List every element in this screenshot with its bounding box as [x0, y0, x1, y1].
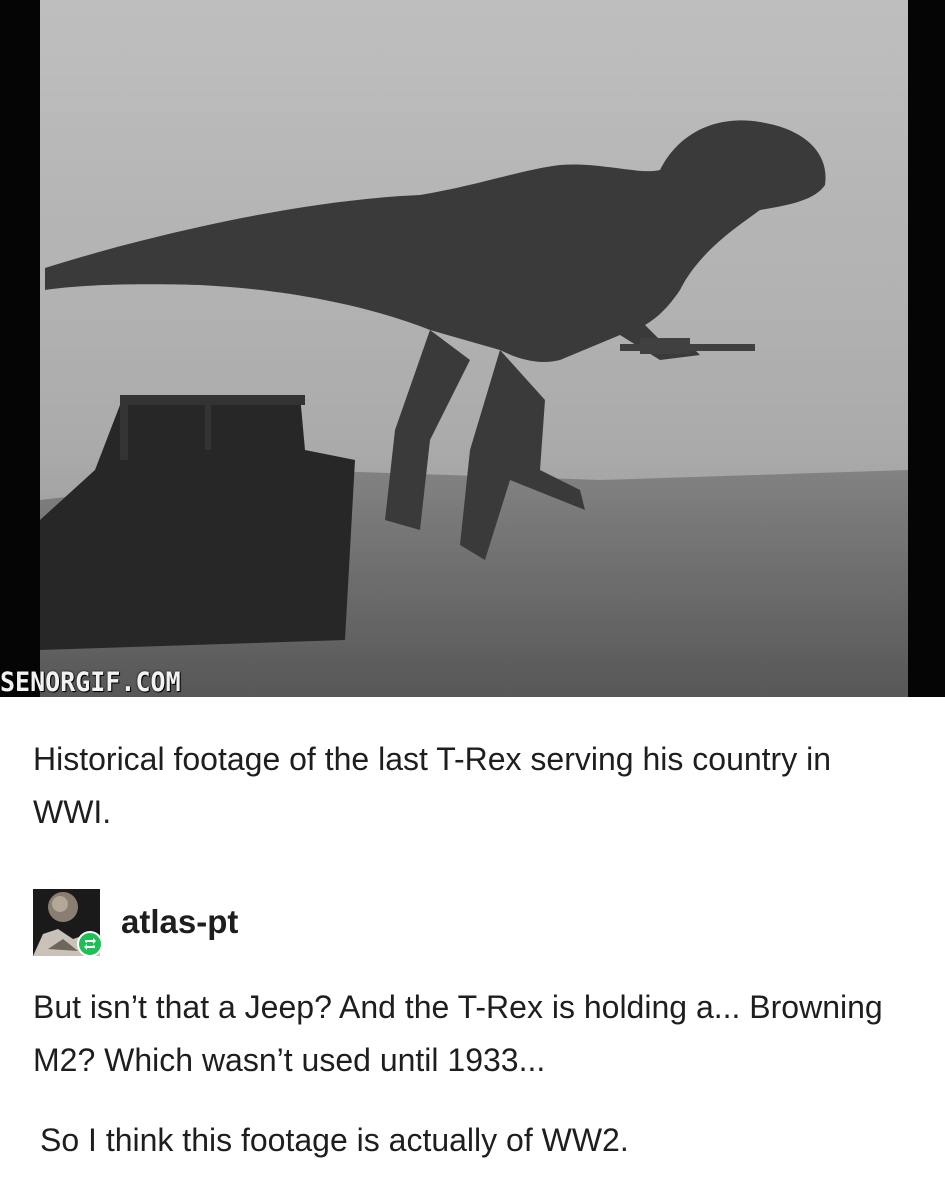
username-link[interactable]: atlas-pt	[121, 903, 238, 941]
reblog-icon	[84, 938, 96, 950]
watermark-text: SENORGIF.COM	[0, 666, 181, 697]
gif-scene	[0, 0, 945, 697]
reblog-paragraph: But isn’t that a Jeep? And the T-Rex is …	[33, 989, 883, 1078]
reblog-body: But isn’t that a Jeep? And the T-Rex is …	[33, 981, 913, 1167]
post-caption: Historical footage of the last T-Rex ser…	[33, 741, 831, 830]
reblog-header: atlas-pt	[33, 889, 633, 959]
gif-image: SENORGIF.COM	[0, 0, 945, 697]
reblog-paragraph: So I think this footage is actually of W…	[40, 1122, 629, 1158]
reblog-badge	[77, 931, 103, 957]
